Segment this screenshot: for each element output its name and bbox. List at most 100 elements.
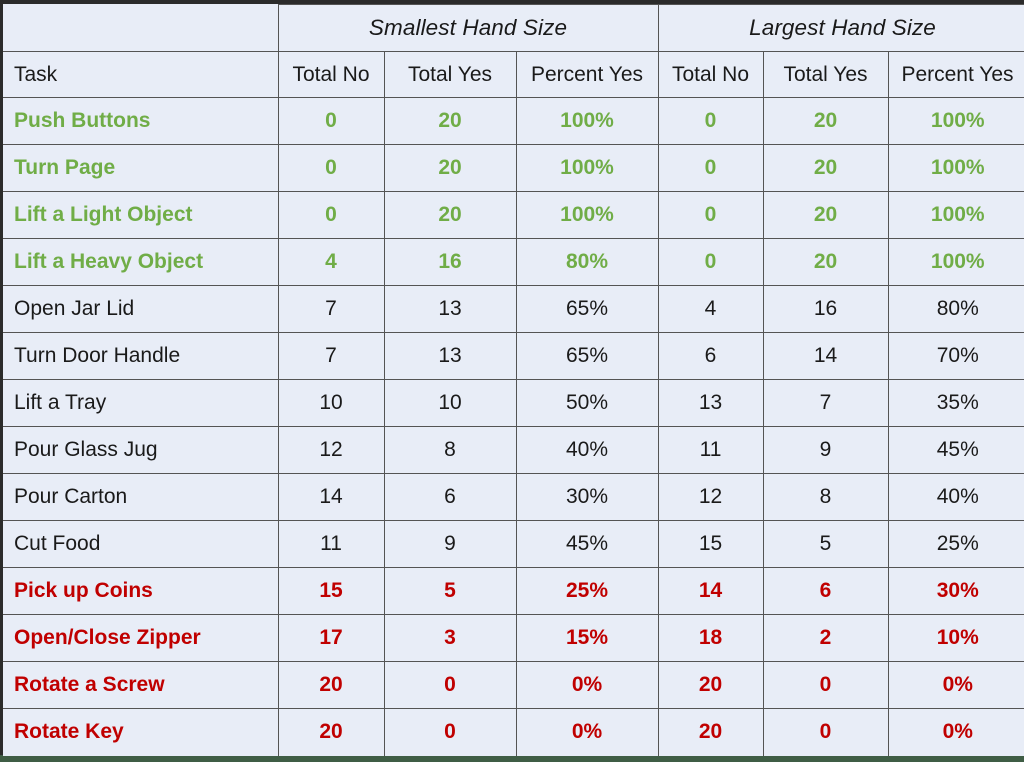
cell-smallest-total-yes: 13 bbox=[383, 285, 517, 333]
cell-task-name: Push Buttons bbox=[3, 97, 279, 145]
table-row: Turn Door Handle 7 13 65% 6 14 70% bbox=[3, 332, 1024, 380]
column-header-task: Task bbox=[3, 51, 279, 98]
cell-smallest-percent-yes: 80% bbox=[515, 238, 659, 286]
cell-largest-total-no: 14 bbox=[657, 567, 764, 615]
table-row: Pour Carton 14 6 30% 12 8 40% bbox=[3, 473, 1024, 521]
cell-largest-total-no: 15 bbox=[657, 520, 764, 568]
table-head: Smallest Hand Size Largest Hand Size Tas… bbox=[3, 4, 1024, 98]
cell-largest-total-yes: 0 bbox=[762, 708, 889, 756]
cell-largest-total-yes: 7 bbox=[762, 379, 889, 427]
cell-largest-total-no: 12 bbox=[657, 473, 764, 521]
cell-largest-total-no: 4 bbox=[657, 285, 764, 333]
cell-largest-total-no: 0 bbox=[657, 238, 764, 286]
cell-smallest-total-yes: 0 bbox=[383, 661, 517, 709]
cell-smallest-total-no: 20 bbox=[277, 661, 385, 709]
cell-smallest-total-yes: 20 bbox=[383, 97, 517, 145]
cell-smallest-percent-yes: 30% bbox=[515, 473, 659, 521]
hand-size-task-table: Smallest Hand Size Largest Hand Size Tas… bbox=[3, 4, 1024, 756]
cell-largest-percent-yes: 100% bbox=[887, 191, 1024, 239]
cell-smallest-total-yes: 16 bbox=[383, 238, 517, 286]
table-row: Rotate a Screw 20 0 0% 20 0 0% bbox=[3, 661, 1024, 709]
cell-largest-total-yes: 20 bbox=[762, 191, 889, 239]
column-header-largest-percent-yes: Percent Yes bbox=[887, 51, 1024, 98]
cell-task-name: Rotate a Screw bbox=[3, 661, 279, 709]
cell-smallest-total-no: 7 bbox=[277, 285, 385, 333]
cell-smallest-percent-yes: 65% bbox=[515, 285, 659, 333]
cell-task-name: Lift a Light Object bbox=[3, 191, 279, 239]
cell-largest-total-yes: 20 bbox=[762, 144, 889, 192]
table-row: Lift a Tray 10 10 50% 13 7 35% bbox=[3, 379, 1024, 427]
cell-largest-percent-yes: 100% bbox=[887, 144, 1024, 192]
cell-largest-total-yes: 20 bbox=[762, 238, 889, 286]
table-row: Lift a Light Object 0 20 100% 0 20 100% bbox=[3, 191, 1024, 239]
cell-largest-total-yes: 9 bbox=[762, 426, 889, 474]
column-header-smallest-total-no: Total No bbox=[277, 51, 385, 98]
cell-task-name: Open Jar Lid bbox=[3, 285, 279, 333]
cell-smallest-total-no: 10 bbox=[277, 379, 385, 427]
cell-task-name: Open/Close Zipper bbox=[3, 614, 279, 662]
cell-largest-total-yes: 0 bbox=[762, 661, 889, 709]
table-row: Rotate Key 20 0 0% 20 0 0% bbox=[3, 708, 1024, 756]
cell-task-name: Lift a Heavy Object bbox=[3, 238, 279, 286]
cell-largest-percent-yes: 0% bbox=[887, 661, 1024, 709]
table-row: Turn Page 0 20 100% 0 20 100% bbox=[3, 144, 1024, 192]
cell-smallest-total-no: 12 bbox=[277, 426, 385, 474]
corner-blank-cell bbox=[3, 4, 279, 52]
cell-smallest-percent-yes: 15% bbox=[515, 614, 659, 662]
table-row: Pour Glass Jug 12 8 40% 11 9 45% bbox=[3, 426, 1024, 474]
cell-smallest-total-no: 11 bbox=[277, 520, 385, 568]
cell-largest-percent-yes: 10% bbox=[887, 614, 1024, 662]
cell-smallest-total-no: 0 bbox=[277, 144, 385, 192]
cell-smallest-percent-yes: 40% bbox=[515, 426, 659, 474]
table-row: Push Buttons 0 20 100% 0 20 100% bbox=[3, 97, 1024, 145]
cell-largest-percent-yes: 100% bbox=[887, 238, 1024, 286]
cell-smallest-percent-yes: 100% bbox=[515, 144, 659, 192]
group-header-smallest-hand-size: Smallest Hand Size bbox=[277, 4, 659, 52]
table-row: Open/Close Zipper 17 3 15% 18 2 10% bbox=[3, 614, 1024, 662]
cell-smallest-total-yes: 6 bbox=[383, 473, 517, 521]
column-header-largest-total-yes: Total Yes bbox=[762, 51, 889, 98]
cell-smallest-total-no: 4 bbox=[277, 238, 385, 286]
cell-task-name: Pour Carton bbox=[3, 473, 279, 521]
cell-largest-total-yes: 2 bbox=[762, 614, 889, 662]
cell-largest-total-no: 0 bbox=[657, 191, 764, 239]
table-row: Lift a Heavy Object 4 16 80% 0 20 100% bbox=[3, 238, 1024, 286]
cell-smallest-percent-yes: 65% bbox=[515, 332, 659, 380]
cell-smallest-percent-yes: 25% bbox=[515, 567, 659, 615]
cell-smallest-percent-yes: 100% bbox=[515, 191, 659, 239]
cell-smallest-total-no: 17 bbox=[277, 614, 385, 662]
cell-largest-total-no: 6 bbox=[657, 332, 764, 380]
cell-largest-total-yes: 16 bbox=[762, 285, 889, 333]
cell-largest-total-no: 20 bbox=[657, 708, 764, 756]
cell-largest-total-yes: 8 bbox=[762, 473, 889, 521]
cell-largest-total-no: 0 bbox=[657, 97, 764, 145]
cell-largest-percent-yes: 0% bbox=[887, 708, 1024, 756]
hand-size-table-container: Smallest Hand Size Largest Hand Size Tas… bbox=[0, 0, 1024, 756]
cell-smallest-total-no: 0 bbox=[277, 97, 385, 145]
cell-smallest-percent-yes: 0% bbox=[515, 661, 659, 709]
cell-largest-total-yes: 20 bbox=[762, 97, 889, 145]
table-row: Cut Food 11 9 45% 15 5 25% bbox=[3, 520, 1024, 568]
cell-smallest-percent-yes: 45% bbox=[515, 520, 659, 568]
cell-largest-percent-yes: 35% bbox=[887, 379, 1024, 427]
cell-task-name: Pour Glass Jug bbox=[3, 426, 279, 474]
cell-smallest-total-no: 7 bbox=[277, 332, 385, 380]
column-header-largest-total-no: Total No bbox=[657, 51, 764, 98]
cell-task-name: Turn Door Handle bbox=[3, 332, 279, 380]
column-header-smallest-percent-yes: Percent Yes bbox=[515, 51, 659, 98]
cell-smallest-total-no: 14 bbox=[277, 473, 385, 521]
cell-smallest-total-yes: 10 bbox=[383, 379, 517, 427]
cell-largest-total-no: 0 bbox=[657, 144, 764, 192]
cell-largest-total-yes: 6 bbox=[762, 567, 889, 615]
cell-largest-percent-yes: 30% bbox=[887, 567, 1024, 615]
cell-smallest-total-no: 20 bbox=[277, 708, 385, 756]
column-header-smallest-total-yes: Total Yes bbox=[383, 51, 517, 98]
cell-smallest-percent-yes: 100% bbox=[515, 97, 659, 145]
cell-largest-total-yes: 5 bbox=[762, 520, 889, 568]
cell-largest-percent-yes: 40% bbox=[887, 473, 1024, 521]
group-header-largest-hand-size: Largest Hand Size bbox=[657, 4, 1024, 52]
table-row: Pick up Coins 15 5 25% 14 6 30% bbox=[3, 567, 1024, 615]
cell-largest-total-no: 13 bbox=[657, 379, 764, 427]
cell-largest-percent-yes: 45% bbox=[887, 426, 1024, 474]
table-row: Open Jar Lid 7 13 65% 4 16 80% bbox=[3, 285, 1024, 333]
